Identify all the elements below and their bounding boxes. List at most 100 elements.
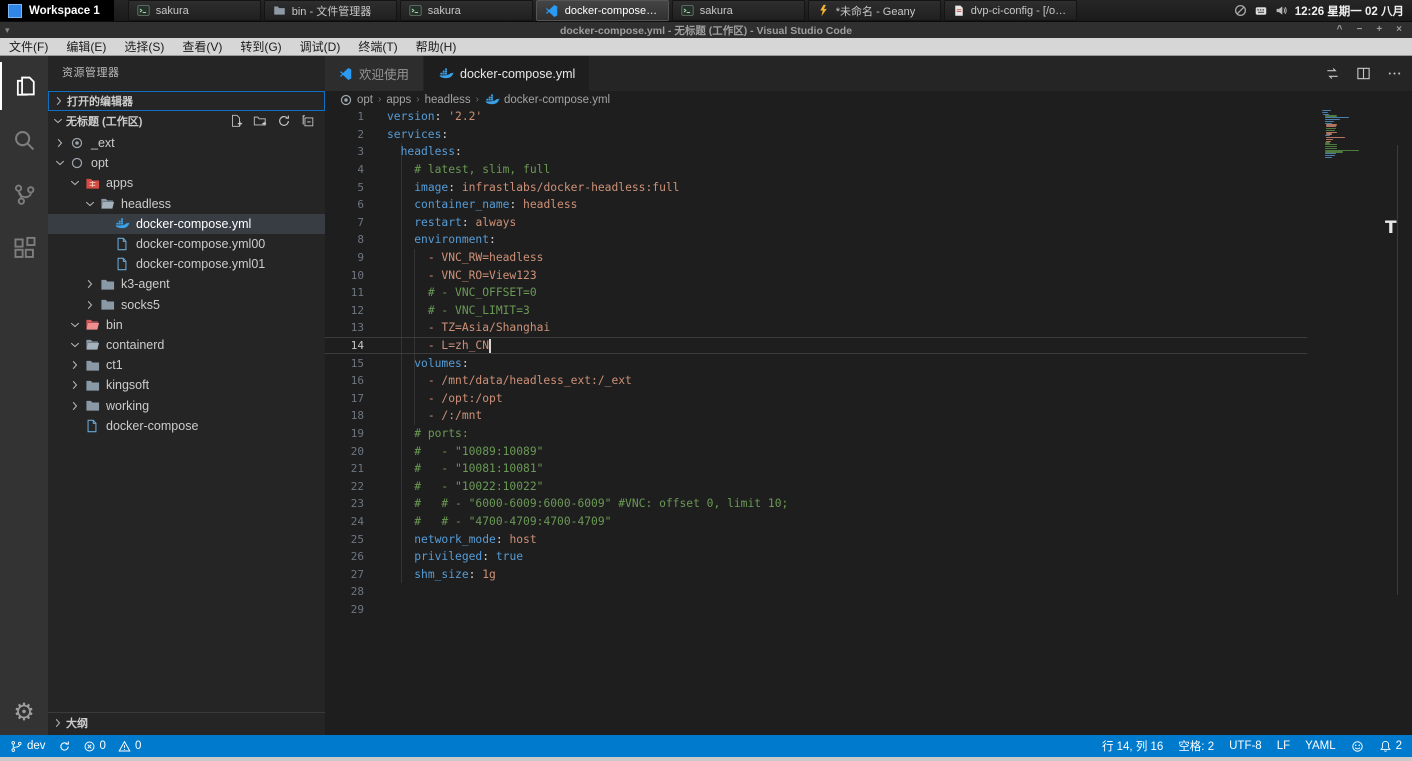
split-icon[interactable] (1356, 66, 1371, 81)
activity-extensions[interactable] (0, 224, 48, 272)
menu-文件[interactable]: 文件(F) (0, 38, 57, 56)
window-menu-icon[interactable]: ▾ (5, 25, 10, 36)
code-line-6[interactable]: 6 container_name: headless (325, 196, 1307, 214)
status-0[interactable]: 0 (118, 740, 141, 753)
taskbar-window-button[interactable]: sakura (400, 0, 533, 21)
maximize-button[interactable]: + (1376, 22, 1382, 38)
code-line-7[interactable]: 7 restart: always (325, 214, 1307, 232)
settings-gear-icon[interactable]: ⚙ (13, 698, 35, 727)
refresh-icon[interactable] (277, 114, 291, 128)
code-line-2[interactable]: 2services: (325, 126, 1307, 144)
breadcrumb[interactable]: opt›apps›headless›docker-compose.yml (325, 91, 1412, 108)
vscode-titlebar[interactable]: ▾ docker-compose.yml - 无标题 (工作区) - Visua… (0, 22, 1412, 38)
status-2[interactable]: 2 (1379, 740, 1402, 753)
menu-选择[interactable]: 选择(S) (115, 38, 173, 56)
activity-source-control[interactable] (0, 170, 48, 218)
code-line-17[interactable]: 17 - /opt:/opt (325, 390, 1307, 408)
status-smiley[interactable] (1351, 740, 1364, 753)
tree-item-docker-compose.yml[interactable]: docker-compose.yml (48, 214, 325, 234)
status-dev[interactable]: dev (10, 740, 46, 753)
menu-终端[interactable]: 终端(T) (349, 38, 406, 56)
code-line-8[interactable]: 8 environment: (325, 231, 1307, 249)
minimap[interactable] (1320, 108, 1400, 178)
new-file-icon[interactable] (229, 114, 243, 128)
status-YAML[interactable]: YAML (1305, 740, 1335, 752)
code-line-24[interactable]: 24 # # - "4700-4709:4700-4709" (325, 513, 1307, 531)
taskbar-window-button[interactable]: sakura (672, 0, 805, 21)
more-icon[interactable] (1387, 66, 1402, 81)
code-line-15[interactable]: 15 volumes: (325, 354, 1307, 372)
code-line-25[interactable]: 25 network_mode: host (325, 530, 1307, 548)
breadcrumb-item[interactable]: apps (386, 94, 411, 106)
tree-item-docker-compose.yml01[interactable]: docker-compose.yml01 (48, 254, 325, 274)
code-line-23[interactable]: 23 # # - "6000-6009:6000-6009" #VNC: off… (325, 495, 1307, 513)
code-line-22[interactable]: 22 # - "10022:10022" (325, 477, 1307, 495)
tab-欢迎使用[interactable]: 欢迎使用 (325, 56, 423, 91)
code-line-9[interactable]: 9 - VNC_RW=headless (325, 249, 1307, 267)
code-line-14[interactable]: 14 - L=zh_CN (325, 337, 1307, 355)
code-line-4[interactable]: 4 # latest, slim, full (325, 161, 1307, 179)
open-editors-section[interactable]: 打开的编辑器 (48, 91, 325, 111)
status-LF[interactable]: LF (1277, 740, 1290, 752)
breadcrumb-item[interactable]: opt (357, 94, 373, 106)
tree-item-working[interactable]: working (48, 395, 325, 415)
code-line-29[interactable]: 29 (325, 601, 1307, 619)
tree-item-docker-compose.yml00[interactable]: docker-compose.yml00 (48, 234, 325, 254)
taskbar-window-button[interactable]: bin - 文件管理器 (264, 0, 397, 21)
taskbar-window-button[interactable]: *未命名 - Geany (808, 0, 941, 21)
tree-item-ct1[interactable]: ct1 (48, 355, 325, 375)
workspace-switcher[interactable]: Workspace 1 (0, 0, 114, 21)
code-line-27[interactable]: 27 shm_size: 1g (325, 565, 1307, 583)
breadcrumb-item[interactable]: docker-compose.yml (504, 94, 610, 106)
tab-docker-compose.yml[interactable]: docker-compose.yml (424, 56, 589, 91)
code-line-26[interactable]: 26 privileged: true (325, 548, 1307, 566)
code-line-19[interactable]: 19 # ports: (325, 425, 1307, 443)
collapse-all-icon[interactable] (301, 114, 315, 128)
tree-item-opt[interactable]: opt (48, 153, 325, 173)
menu-帮助[interactable]: 帮助(H) (407, 38, 466, 56)
no-entry-icon[interactable] (1234, 4, 1247, 17)
menu-转到[interactable]: 转到(G) (231, 38, 290, 56)
breadcrumb-item[interactable]: headless (425, 94, 471, 106)
code-line-13[interactable]: 13 - TZ=Asia/Shanghai (325, 319, 1307, 337)
new-folder-icon[interactable] (253, 114, 267, 128)
code-line-20[interactable]: 20 # - "10089:10089" (325, 442, 1307, 460)
keyboard-icon[interactable] (1254, 5, 1268, 17)
menu-查看[interactable]: 查看(V) (173, 38, 231, 56)
workspace-section[interactable]: 无标题 (工作区) (48, 111, 325, 131)
close-button[interactable]: × (1396, 22, 1402, 38)
speaker-icon[interactable] (1275, 4, 1288, 17)
taskbar-window-button[interactable]: docker-compose.y… (536, 0, 669, 21)
shade-button[interactable]: ^ (1337, 22, 1343, 38)
tree-item-_ext[interactable]: _ext (48, 133, 325, 153)
taskbar-window-button[interactable]: sakura (128, 0, 261, 21)
status-空格--2[interactable]: 空格: 2 (1178, 738, 1214, 754)
code-line-28[interactable]: 28 (325, 583, 1307, 601)
compare-icon[interactable] (1325, 66, 1340, 81)
taskbar-window-button[interactable]: dvp-ci-config - [/o… (944, 0, 1077, 21)
status-sync[interactable] (58, 740, 71, 753)
outline-section[interactable]: 大纲 (48, 712, 325, 732)
status-UTF-8[interactable]: UTF-8 (1229, 740, 1262, 752)
code-line-3[interactable]: 3 headless: (325, 143, 1307, 161)
code-line-12[interactable]: 12 # - VNC_LIMIT=3 (325, 302, 1307, 320)
code-line-21[interactable]: 21 # - "10081:10081" (325, 460, 1307, 478)
tree-item-docker-compose[interactable]: docker-compose (48, 416, 325, 436)
menu-调试[interactable]: 调试(D) (291, 38, 350, 56)
activity-explorer[interactable] (0, 62, 48, 110)
tree-item-k3-agent[interactable]: k3-agent (48, 274, 325, 294)
code-line-11[interactable]: 11 # - VNC_OFFSET=0 (325, 284, 1307, 302)
tree-item-apps[interactable]: apps (48, 173, 325, 193)
code-line-16[interactable]: 16 - /mnt/data/headless_ext:/_ext (325, 372, 1307, 390)
tree-item-socks5[interactable]: socks5 (48, 295, 325, 315)
code-line-5[interactable]: 5 image: infrastlabs/docker-headless:ful… (325, 178, 1307, 196)
tree-item-containerd[interactable]: containerd (48, 335, 325, 355)
minimize-button[interactable]: − (1356, 22, 1362, 38)
status-0[interactable]: 0 (83, 740, 106, 753)
code-line-1[interactable]: 1version: '2.2' (325, 108, 1307, 126)
code-line-18[interactable]: 18 - /:/mnt (325, 407, 1307, 425)
menu-编辑[interactable]: 编辑(E) (57, 38, 115, 56)
tree-item-kingsoft[interactable]: kingsoft (48, 375, 325, 395)
status-行-14--列-16[interactable]: 行 14, 列 16 (1102, 738, 1163, 754)
code-line-10[interactable]: 10 - VNC_RO=View123 (325, 266, 1307, 284)
